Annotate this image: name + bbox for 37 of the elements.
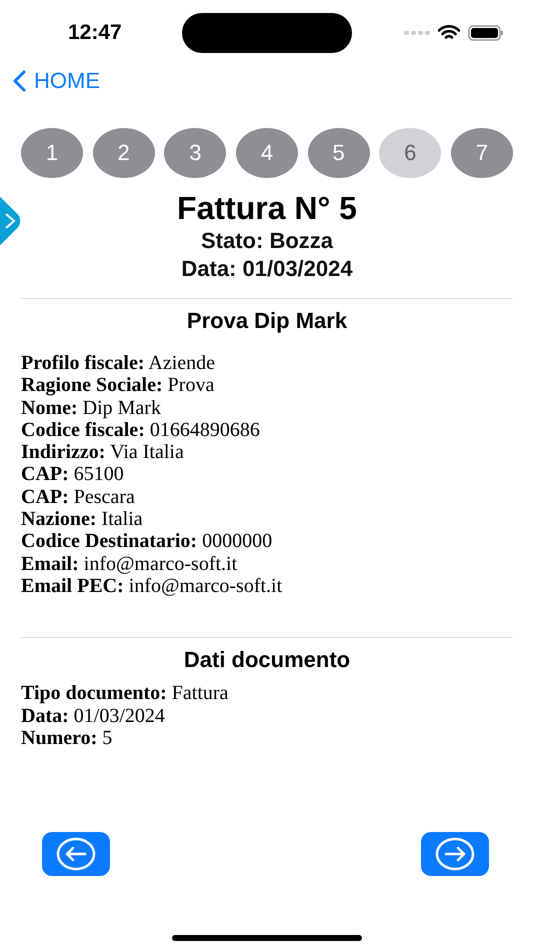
arrow-left-circle-icon	[56, 837, 96, 871]
battery-icon	[468, 25, 504, 41]
detail-line: Codice fiscale: 01664890686	[21, 418, 261, 442]
step-button[interactable]: 1	[21, 128, 83, 178]
arrow-right-circle-icon	[435, 837, 475, 871]
wifi-icon	[438, 25, 460, 41]
detail-line: CAP: 65100	[21, 463, 125, 486]
back-link[interactable]: HOME	[12, 68, 100, 94]
detail-line: Email PEC: info@marco-soft.it	[21, 574, 284, 598]
invoice-status: Stato: Bozza	[200, 227, 334, 255]
step-button[interactable]: 4	[236, 128, 298, 178]
invoice-date: Data: 01/03/2024	[180, 255, 354, 283]
detail-line: Profilo fiscale: Aziende	[21, 352, 216, 374]
step-button[interactable]: 2	[92, 128, 155, 178]
chevron-left-icon	[12, 70, 26, 92]
detail-line: Nazione: Italia	[21, 508, 144, 530]
step-button[interactable]: 7	[450, 128, 513, 178]
detail-line: Tipo documento: Fattura	[21, 682, 230, 705]
detail-line: Indirizzo: Via Italia	[21, 441, 185, 464]
detail-line: Ragione Sociale: Prova	[21, 374, 216, 397]
detail-line: Email: info@marco-soft.it	[21, 552, 238, 575]
step-button[interactable]: 5	[308, 128, 370, 178]
step-button[interactable]: 3	[164, 128, 226, 178]
detail-line: Codice Destinatario: 0000000	[21, 530, 274, 553]
section-title: Dati documento	[182, 646, 352, 674]
invoice-title: Fattura N° 5	[177, 189, 357, 227]
detail-line: Data: 01/03/2024	[21, 704, 166, 727]
detail-line: Numero: 5	[21, 726, 114, 750]
next-button[interactable]	[421, 832, 489, 876]
previous-button[interactable]	[42, 832, 110, 876]
chevron-right-icon	[3, 211, 17, 231]
detail-line: CAP: Pescara	[21, 486, 136, 508]
signal-icon	[404, 30, 430, 36]
step-button[interactable]: 6	[379, 128, 442, 178]
detail-line: Nome: Dip Mark	[21, 396, 162, 419]
status-time: 12:47	[68, 21, 123, 45]
section-title: Prova Dip Mark	[186, 307, 348, 335]
